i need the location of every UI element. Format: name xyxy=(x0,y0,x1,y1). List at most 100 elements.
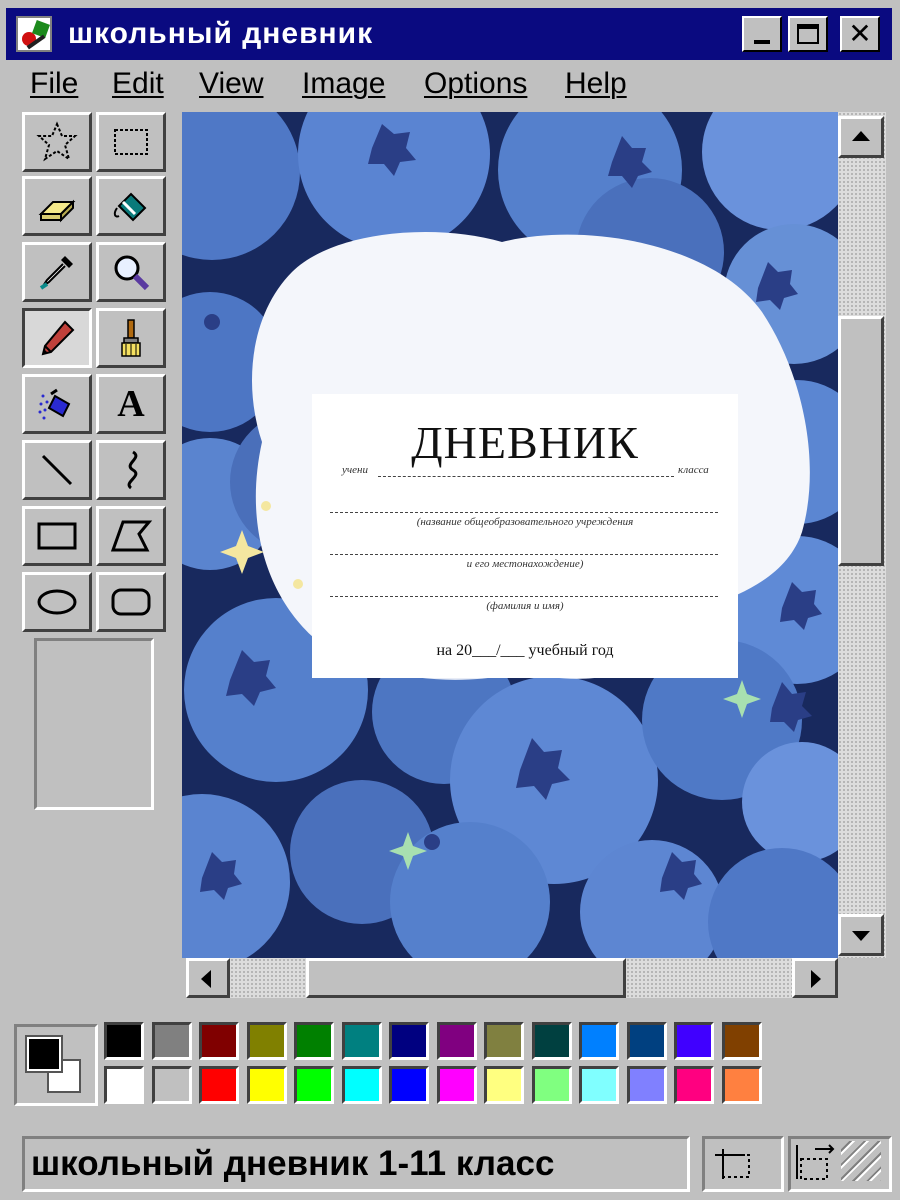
paint-window: школьный дневник ✕ File Edit View Image … xyxy=(0,0,900,1200)
scroll-down-button[interactable] xyxy=(838,914,884,956)
color-swatch[interactable] xyxy=(674,1066,714,1104)
color-swatch[interactable] xyxy=(626,1066,667,1104)
color-swatch[interactable] xyxy=(721,1066,762,1104)
tool-eraser[interactable] xyxy=(22,176,92,236)
arrow-right-icon xyxy=(811,970,821,988)
tool-airbrush[interactable] xyxy=(22,374,92,434)
color-swatch[interactable] xyxy=(151,1022,192,1060)
color-swatch[interactable] xyxy=(389,1066,429,1104)
curve-icon xyxy=(127,450,138,490)
color-swatch[interactable] xyxy=(341,1022,382,1060)
title-bar[interactable]: школьный дневник ✕ xyxy=(6,8,892,60)
menu-edit[interactable]: Edit xyxy=(112,66,164,102)
close-icon: ✕ xyxy=(848,17,872,50)
student-line xyxy=(378,476,674,477)
color-swatch[interactable] xyxy=(579,1022,619,1060)
color-swatch[interactable] xyxy=(531,1066,572,1104)
color-swatch[interactable] xyxy=(484,1066,524,1104)
tool-pencil[interactable] xyxy=(22,308,92,368)
magnifier-icon xyxy=(114,255,150,291)
name-line xyxy=(330,596,718,597)
cursor-position-icon xyxy=(715,1149,750,1179)
color-swatch[interactable] xyxy=(294,1022,334,1060)
window-title: школьный дневник xyxy=(68,17,374,50)
menu-image[interactable]: Image xyxy=(302,66,385,102)
airbrush-icon xyxy=(38,388,71,420)
color-swatch[interactable] xyxy=(199,1066,239,1104)
tool-eyedropper[interactable] xyxy=(22,242,92,302)
scroll-left-button[interactable] xyxy=(186,958,230,998)
vertical-scrollbar[interactable] xyxy=(838,112,886,958)
color-swatch[interactable] xyxy=(199,1022,239,1060)
rounded-rectangle-icon xyxy=(111,588,151,616)
status-size-pane xyxy=(788,1136,892,1192)
color-swatch[interactable] xyxy=(531,1022,572,1060)
color-swatch[interactable] xyxy=(579,1066,619,1104)
tool-free-form-select[interactable] xyxy=(22,112,92,172)
menu-help[interactable]: Help xyxy=(565,66,627,102)
color-swatch[interactable] xyxy=(626,1022,667,1060)
tool-select[interactable] xyxy=(96,112,166,172)
menu-bar: File Edit View Image Options Help xyxy=(10,62,890,106)
tool-rectangle[interactable] xyxy=(22,506,92,566)
horizontal-scrollbar[interactable] xyxy=(186,958,838,998)
tool-line[interactable] xyxy=(22,440,92,500)
color-swatch[interactable] xyxy=(341,1066,382,1104)
arrow-up-icon xyxy=(852,131,870,141)
tool-ellipse[interactable] xyxy=(22,572,92,632)
text-icon: A xyxy=(117,383,145,425)
minimize-icon xyxy=(754,40,770,44)
menu-options[interactable]: Options xyxy=(424,66,527,102)
location-line xyxy=(330,554,718,555)
minimize-button[interactable] xyxy=(742,16,782,52)
ellipse-icon xyxy=(37,589,77,615)
institution-line xyxy=(330,512,718,513)
maximize-icon xyxy=(797,24,819,44)
scroll-right-button[interactable] xyxy=(792,958,838,998)
color-swatch[interactable] xyxy=(674,1022,714,1060)
color-swatch[interactable] xyxy=(246,1022,287,1060)
menu-file[interactable]: File xyxy=(30,66,78,102)
maximize-button[interactable] xyxy=(788,16,828,52)
eraser-icon xyxy=(38,199,76,223)
location-caption: и его местонахождение) xyxy=(466,558,584,570)
pencil-icon xyxy=(41,320,75,356)
resize-grip[interactable] xyxy=(841,1141,881,1181)
color-swatch[interactable] xyxy=(436,1022,477,1060)
paint-app-icon[interactable] xyxy=(16,16,52,52)
tool-options-box[interactable] xyxy=(34,638,154,810)
drawing-canvas[interactable]: ДНЕВНИК учени класса (название общеобраз… xyxy=(182,112,838,958)
tool-rounded-rectangle[interactable] xyxy=(96,572,166,632)
tool-curve[interactable] xyxy=(96,440,166,500)
color-swatch[interactable] xyxy=(246,1066,287,1104)
name-caption: (фамилия и имя) xyxy=(486,600,564,612)
vertical-scroll-thumb[interactable] xyxy=(838,316,884,566)
color-swatch[interactable] xyxy=(721,1022,762,1060)
close-button[interactable]: ✕ xyxy=(840,16,880,52)
foreground-color-swatch[interactable] xyxy=(25,1035,63,1073)
diary-title: ДНЕВНИК xyxy=(411,417,639,468)
current-colors[interactable] xyxy=(14,1024,98,1106)
color-swatch[interactable] xyxy=(436,1066,477,1104)
arrow-left-icon xyxy=(201,970,211,988)
color-swatch[interactable] xyxy=(104,1022,144,1060)
tool-magnifier[interactable] xyxy=(96,242,166,302)
color-swatch[interactable] xyxy=(389,1022,429,1060)
menu-view[interactable]: View xyxy=(199,66,263,102)
tool-fill[interactable] xyxy=(96,176,166,236)
color-swatch[interactable] xyxy=(294,1066,334,1104)
polygon-icon xyxy=(110,520,153,552)
color-swatch[interactable] xyxy=(104,1066,144,1104)
horizontal-scroll-thumb[interactable] xyxy=(306,958,626,998)
status-bar-text: школьный дневник 1-11 класс xyxy=(22,1136,690,1192)
tool-brush[interactable] xyxy=(96,308,166,368)
toolbox: A xyxy=(18,110,178,990)
fill-bucket-icon xyxy=(113,192,147,222)
select-icon xyxy=(114,129,148,155)
color-swatch[interactable] xyxy=(484,1022,524,1060)
arrow-down-icon xyxy=(852,931,870,941)
color-swatch[interactable] xyxy=(151,1066,192,1104)
tool-text[interactable]: A xyxy=(96,374,166,434)
tool-polygon[interactable] xyxy=(96,506,166,566)
scroll-up-button[interactable] xyxy=(838,116,884,158)
